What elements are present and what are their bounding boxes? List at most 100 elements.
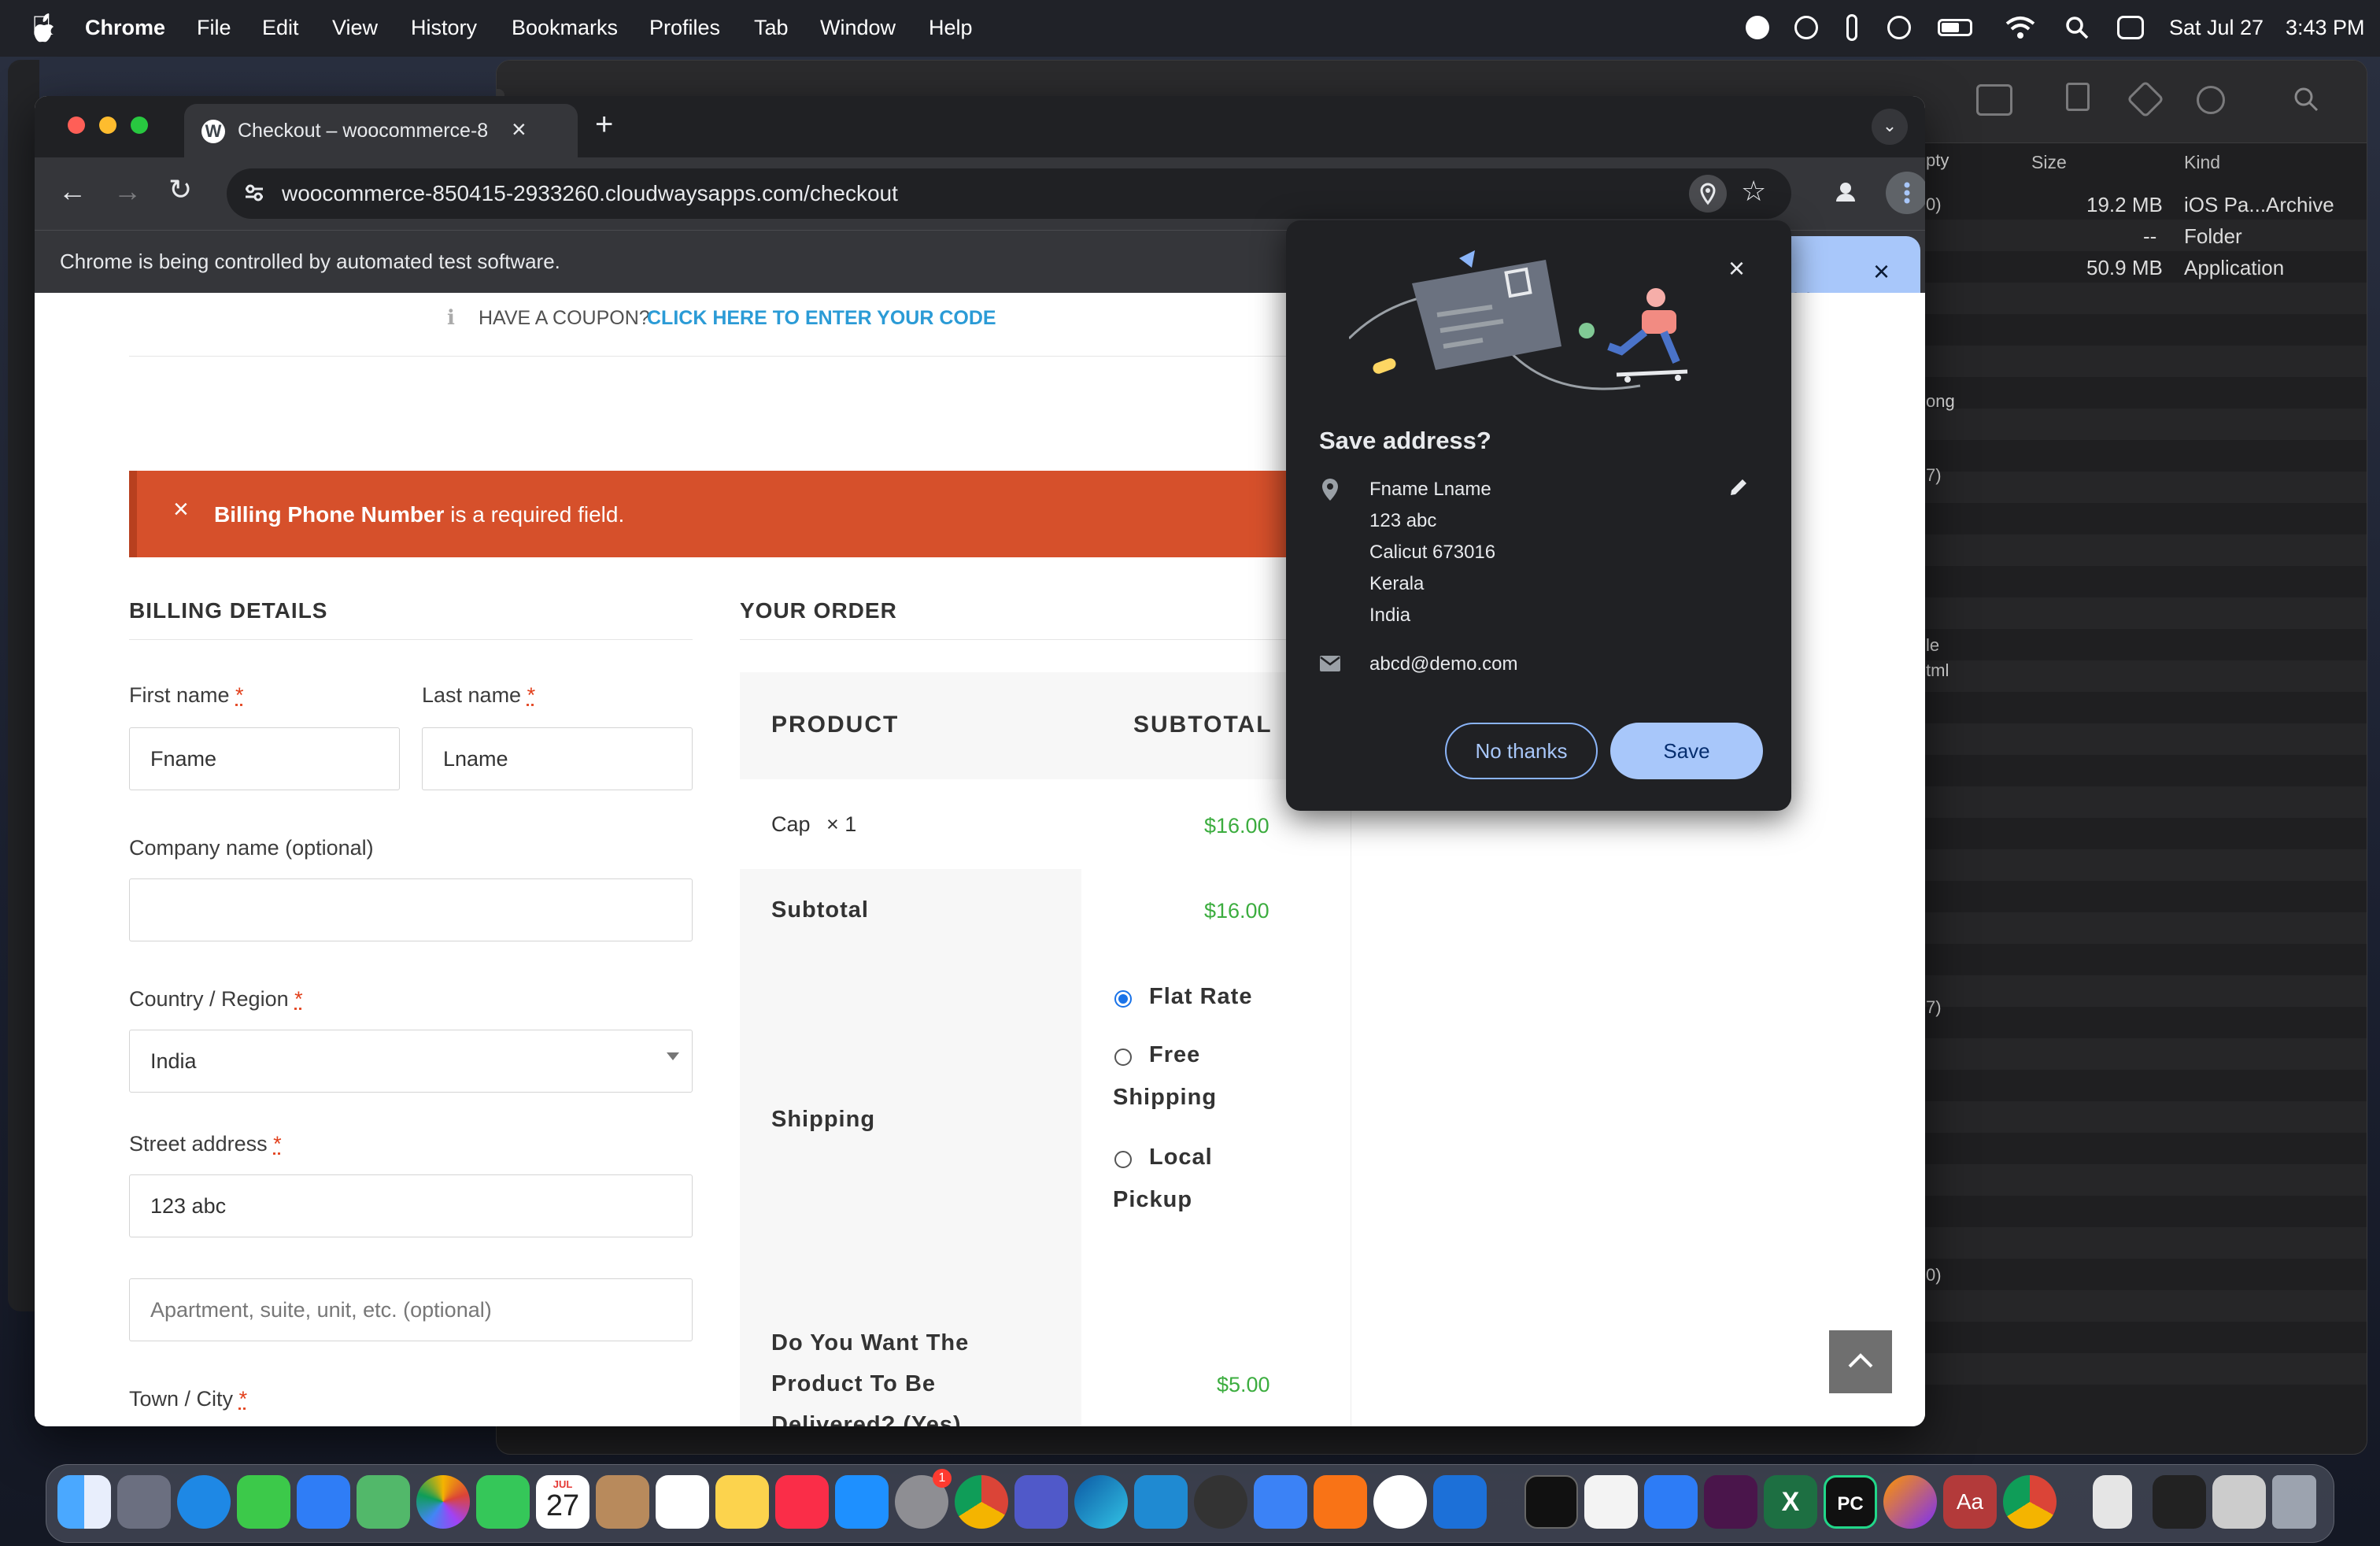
mail-dock-icon[interactable] bbox=[297, 1475, 350, 1529]
country-select[interactable]: India bbox=[129, 1030, 693, 1093]
menu-app-name[interactable]: Chrome bbox=[85, 16, 165, 40]
slack-dock-icon[interactable] bbox=[1704, 1475, 1757, 1529]
first-name-field[interactable]: Fname bbox=[129, 727, 400, 790]
url-text[interactable]: woocommerce-850415-2933260.cloudwaysapps… bbox=[282, 181, 898, 206]
menu-profiles[interactable]: Profiles bbox=[649, 16, 720, 40]
facetime-dock-icon[interactable] bbox=[476, 1475, 530, 1529]
finder-search-icon[interactable] bbox=[2293, 86, 2319, 113]
edit-pencil-icon[interactable] bbox=[1727, 475, 1750, 499]
terminal-dock-icon[interactable] bbox=[1524, 1475, 1578, 1529]
notes-dock-icon[interactable] bbox=[715, 1475, 769, 1529]
view-options-icon[interactable] bbox=[1976, 84, 2012, 116]
scroll-to-top-button[interactable] bbox=[1829, 1330, 1892, 1393]
tab-search-chevron-icon[interactable]: ⌄ bbox=[1872, 109, 1908, 145]
back-arrow-icon[interactable]: ← bbox=[58, 175, 87, 208]
xcode-dock-icon[interactable] bbox=[1433, 1475, 1487, 1529]
profile-avatar-icon[interactable] bbox=[1828, 175, 1864, 211]
address-bar[interactable]: woocommerce-850415-2933260.cloudwaysapps… bbox=[227, 168, 1791, 219]
local-pickup-label-line1[interactable]: Local bbox=[1149, 1145, 1213, 1171]
finder-dock-icon[interactable] bbox=[57, 1475, 111, 1529]
launchpad-dock-icon[interactable] bbox=[117, 1475, 171, 1529]
reload-icon[interactable]: ↻ bbox=[168, 173, 192, 206]
excel-dock-icon[interactable]: X bbox=[1764, 1475, 1817, 1529]
vscode-dock-icon[interactable] bbox=[1134, 1475, 1188, 1529]
menu-help[interactable]: Help bbox=[929, 16, 973, 40]
textedit-dock-icon[interactable] bbox=[1584, 1475, 1638, 1529]
edge-dock-icon[interactable] bbox=[1074, 1475, 1128, 1529]
trash-dock-icon[interactable] bbox=[2272, 1475, 2316, 1529]
menu-window[interactable]: Window bbox=[820, 16, 896, 40]
menu-file[interactable]: File bbox=[197, 16, 231, 40]
safari-dock-icon[interactable] bbox=[177, 1475, 231, 1529]
menu-view[interactable]: View bbox=[332, 16, 378, 40]
chatgpt-dock-icon[interactable] bbox=[1373, 1475, 1427, 1529]
instruments-dock-icon[interactable] bbox=[1254, 1475, 1307, 1529]
play-status-icon[interactable] bbox=[1887, 16, 1911, 39]
last-name-field[interactable]: Lname bbox=[422, 727, 693, 790]
system-settings-dock-icon[interactable]: 1 bbox=[895, 1469, 952, 1529]
recent-stack-dock-icon[interactable] bbox=[2212, 1475, 2266, 1529]
music-dock-icon[interactable] bbox=[775, 1475, 829, 1529]
menu-edit[interactable]: Edit bbox=[262, 16, 299, 40]
minimize-window-button[interactable] bbox=[99, 117, 116, 134]
dictionary-dock-icon[interactable]: Aa bbox=[1943, 1475, 1997, 1529]
bookmark-star-icon[interactable]: ☆ bbox=[1741, 175, 1766, 208]
paperclip-icon[interactable] bbox=[1846, 14, 1857, 41]
photos-dock-icon[interactable] bbox=[416, 1475, 470, 1529]
chrome-dock-icon[interactable] bbox=[955, 1475, 1008, 1529]
save-button[interactable]: Save bbox=[1610, 723, 1763, 779]
wifi-icon[interactable] bbox=[2005, 16, 2035, 39]
local-pickup-label-line2[interactable]: Pickup bbox=[1113, 1187, 1192, 1213]
site-info-icon[interactable] bbox=[242, 181, 266, 205]
apartment-field[interactable]: Apartment, suite, unit, etc. (optional) bbox=[129, 1278, 693, 1341]
coupon-link[interactable]: CLICK HERE TO ENTER YOUR CODE bbox=[647, 307, 996, 330]
close-window-button[interactable] bbox=[68, 117, 85, 134]
menu-tab[interactable]: Tab bbox=[754, 16, 789, 40]
free-shipping-radio[interactable] bbox=[1114, 1049, 1132, 1066]
control-center-icon[interactable] bbox=[2117, 16, 2144, 39]
reminders-dock-icon[interactable] bbox=[656, 1475, 709, 1529]
chrome-menu-icon[interactable] bbox=[1886, 172, 1925, 214]
firefox-dock-icon[interactable] bbox=[1883, 1475, 1937, 1529]
street-address-field[interactable]: 123 abc bbox=[129, 1174, 693, 1237]
chrome-canary-dock-icon[interactable] bbox=[1194, 1475, 1247, 1529]
calendar-dock-icon[interactable]: JUL 27 bbox=[536, 1475, 589, 1529]
pycharm-dock-icon[interactable]: PC bbox=[1824, 1475, 1877, 1529]
free-shipping-label-line2[interactable]: Shipping bbox=[1113, 1085, 1217, 1111]
column-size-header[interactable]: Size bbox=[2031, 152, 2067, 173]
downloads-stack-dock-icon[interactable] bbox=[2153, 1475, 2206, 1529]
spotlight-search-icon[interactable] bbox=[2065, 16, 2089, 39]
company-field[interactable] bbox=[129, 878, 693, 941]
pencil-app-dock-icon[interactable] bbox=[1314, 1475, 1367, 1529]
chatgpt-status-icon[interactable] bbox=[1794, 16, 1818, 39]
simulator-dock-icon[interactable] bbox=[1644, 1475, 1698, 1529]
no-thanks-button[interactable]: No thanks bbox=[1445, 723, 1598, 779]
column-kind-header[interactable]: Kind bbox=[2184, 152, 2220, 173]
tab-checkout[interactable]: W Checkout – woocommerce-8 × bbox=[184, 104, 578, 157]
help-bubble-close-icon[interactable]: × bbox=[1873, 255, 1890, 288]
zoom-window-button[interactable] bbox=[131, 117, 148, 134]
menubar-date[interactable]: Sat Jul 27 bbox=[2169, 16, 2264, 40]
menu-bookmarks[interactable]: Bookmarks bbox=[512, 16, 618, 40]
apple-logo-icon[interactable] bbox=[30, 13, 55, 43]
menu-history[interactable]: History bbox=[411, 16, 477, 40]
forward-arrow-icon[interactable]: → bbox=[113, 175, 142, 208]
messages-dock-icon[interactable] bbox=[237, 1475, 290, 1529]
flat-rate-radio[interactable] bbox=[1114, 990, 1132, 1008]
new-tab-icon[interactable]: + bbox=[595, 107, 613, 142]
status-app-icon[interactable] bbox=[1746, 16, 1769, 39]
more-actions-icon[interactable] bbox=[2197, 86, 2225, 114]
contacts-dock-icon[interactable] bbox=[596, 1475, 649, 1529]
tab-close-icon[interactable]: × bbox=[512, 115, 527, 144]
popup-close-icon[interactable]: × bbox=[1728, 252, 1745, 285]
chrome-secondary-dock-icon[interactable] bbox=[2003, 1475, 2057, 1529]
document-dock-icon[interactable] bbox=[2093, 1475, 2132, 1529]
free-shipping-label-line1[interactable]: Free bbox=[1149, 1042, 1200, 1068]
teams-dock-icon[interactable] bbox=[1014, 1475, 1068, 1529]
app-store-dock-icon[interactable] bbox=[835, 1475, 889, 1529]
error-close-icon[interactable]: × bbox=[173, 494, 189, 525]
location-pin-icon[interactable] bbox=[1689, 175, 1727, 213]
menubar-time[interactable]: 3:43 PM bbox=[2286, 16, 2365, 40]
flat-rate-label[interactable]: Flat Rate bbox=[1149, 984, 1252, 1010]
battery-icon[interactable] bbox=[1938, 19, 1972, 36]
